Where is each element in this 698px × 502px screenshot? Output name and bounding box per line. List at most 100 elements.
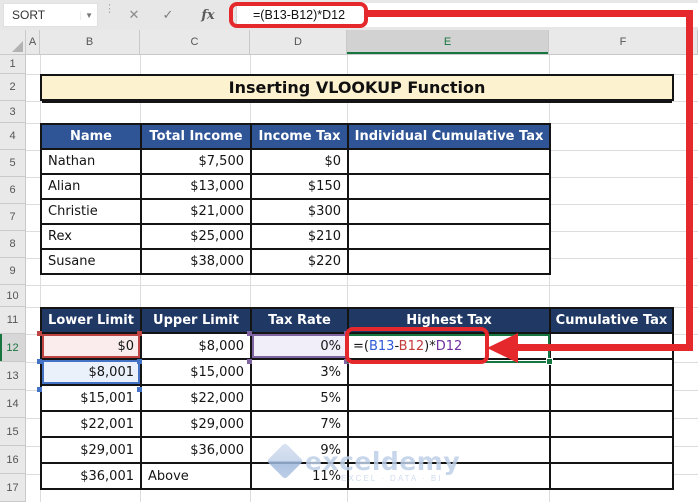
annotation-line-bottom — [515, 344, 693, 351]
income-table: Name Total Income Income Tax Individual Cum… — [40, 123, 551, 275]
cell[interactable]: $29,001 — [42, 438, 142, 464]
cell[interactable]: $36,000 — [142, 438, 252, 464]
cell[interactable]: $8,000 — [142, 334, 252, 360]
row-header-7[interactable]: 7 — [0, 204, 26, 231]
cell[interactable] — [551, 412, 674, 438]
ref-handle-b12 — [137, 331, 142, 336]
cell[interactable] — [349, 175, 551, 200]
cell[interactable]: $15,001 — [42, 386, 142, 412]
fill-handle[interactable] — [546, 358, 553, 365]
header-cell[interactable]: Name — [42, 125, 142, 150]
row-header-3[interactable]: 3 — [0, 101, 26, 123]
name-box[interactable]: SORT ▼ — [3, 3, 98, 27]
column-header-e[interactable]: E — [347, 30, 549, 55]
cell[interactable]: Susane — [42, 250, 142, 275]
cell[interactable]: $15,000 — [142, 360, 252, 386]
ref-handle-b13 — [137, 359, 142, 364]
column-header-b[interactable]: B — [40, 30, 140, 55]
row-header-15[interactable]: 15 — [0, 418, 26, 446]
insert-function-icon[interactable]: fx — [192, 3, 224, 27]
row-header-4[interactable]: 4 — [0, 123, 26, 150]
cell[interactable]: $300 — [252, 200, 349, 225]
row-header-5[interactable]: 5 — [0, 150, 26, 177]
cancel-icon[interactable]: ✕ — [118, 3, 150, 27]
row-header-16[interactable]: 16 — [0, 446, 26, 474]
excel-window: SORT ▼ ⋮ ✕ ✓ fx =(B13-B12)*D12 ABCDEF 12… — [0, 0, 698, 502]
cell[interactable]: 5% — [252, 386, 349, 412]
row-header-10[interactable]: 10 — [0, 285, 26, 307]
row-header-13[interactable]: 13 — [0, 362, 26, 390]
cell[interactable] — [551, 360, 674, 386]
cell[interactable]: $29,000 — [142, 412, 252, 438]
title-banner[interactable]: Inserting VLOOKUP Function — [40, 74, 674, 101]
cell[interactable]: $0 — [252, 150, 349, 175]
cell[interactable]: Above — [142, 464, 252, 490]
cell[interactable]: 11% — [252, 464, 349, 490]
row-header-9[interactable]: 9 — [0, 258, 26, 285]
cell[interactable]: 3% — [252, 360, 349, 386]
cell[interactable] — [551, 464, 674, 490]
gridline — [26, 285, 698, 286]
row-header-6[interactable]: 6 — [0, 177, 26, 204]
cell[interactable]: $22,001 — [42, 412, 142, 438]
ref-handle-b13 — [37, 359, 42, 364]
row-header-14[interactable]: 14 — [0, 390, 26, 418]
cell[interactable]: Christie — [42, 200, 142, 225]
ref-handle-b13 — [137, 387, 142, 392]
cell[interactable]: Rex — [42, 225, 142, 250]
header-cell[interactable]: Lower Limit — [42, 309, 142, 334]
enter-icon[interactable]: ✓ — [152, 3, 184, 27]
cell[interactable] — [349, 200, 551, 225]
name-box-value: SORT — [12, 8, 46, 22]
cell[interactable] — [349, 464, 551, 490]
column-header-f[interactable]: F — [549, 30, 698, 55]
name-box-dropdown-icon[interactable]: ▼ — [80, 10, 93, 20]
cell[interactable] — [551, 438, 674, 464]
cell[interactable]: Nathan — [42, 150, 142, 175]
cell[interactable]: $38,000 — [142, 250, 252, 275]
header-cell[interactable]: Individual Cumulative Tax — [349, 125, 551, 150]
column-header-a[interactable]: A — [26, 30, 40, 55]
row-header-8[interactable]: 8 — [0, 231, 26, 258]
cell[interactable]: $22,000 — [142, 386, 252, 412]
header-cell[interactable]: Cumulative Tax — [551, 309, 674, 334]
annotation-line-right — [686, 10, 693, 351]
cell[interactable]: $25,000 — [142, 225, 252, 250]
annotation-box-formula-bar — [229, 2, 368, 28]
cell[interactable]: 7% — [252, 412, 349, 438]
cell[interactable] — [349, 438, 551, 464]
cell[interactable]: 9% — [252, 438, 349, 464]
column-header-c[interactable]: C — [140, 30, 250, 55]
cell[interactable] — [551, 386, 674, 412]
cell[interactable]: $8,001 — [42, 360, 142, 386]
annotation-line-top — [365, 10, 693, 17]
column-header-d[interactable]: D — [250, 30, 347, 55]
row-header-12[interactable]: 12 — [0, 334, 26, 362]
row-header-1[interactable]: 1 — [0, 55, 26, 74]
cell[interactable]: Alian — [42, 175, 142, 200]
cell[interactable]: $36,001 — [42, 464, 142, 490]
header-cell[interactable]: Upper Limit — [142, 309, 252, 334]
row-header-11[interactable]: 11 — [0, 307, 26, 334]
cell[interactable] — [349, 250, 551, 275]
cell[interactable]: $7,500 — [142, 150, 252, 175]
cell[interactable]: $220 — [252, 250, 349, 275]
ref-handle-b12 — [37, 331, 42, 336]
cell[interactable] — [349, 225, 551, 250]
cell[interactable] — [349, 412, 551, 438]
header-cell[interactable]: Total Income — [142, 125, 252, 150]
row-header-2[interactable]: 2 — [0, 74, 26, 101]
select-all-corner[interactable] — [0, 30, 26, 55]
cell[interactable]: 0% — [252, 334, 349, 360]
row-header-17[interactable]: 17 — [0, 474, 26, 502]
cell[interactable] — [349, 150, 551, 175]
cell[interactable] — [349, 386, 551, 412]
cell[interactable]: $210 — [252, 225, 349, 250]
header-cell[interactable]: Income Tax — [252, 125, 349, 150]
cell[interactable]: $0 — [42, 334, 142, 360]
cell[interactable]: $13,000 — [142, 175, 252, 200]
ref-handle-d12 — [247, 331, 252, 336]
cell[interactable]: $150 — [252, 175, 349, 200]
cell[interactable]: $21,000 — [142, 200, 252, 225]
header-cell[interactable]: Tax Rate — [252, 309, 349, 334]
